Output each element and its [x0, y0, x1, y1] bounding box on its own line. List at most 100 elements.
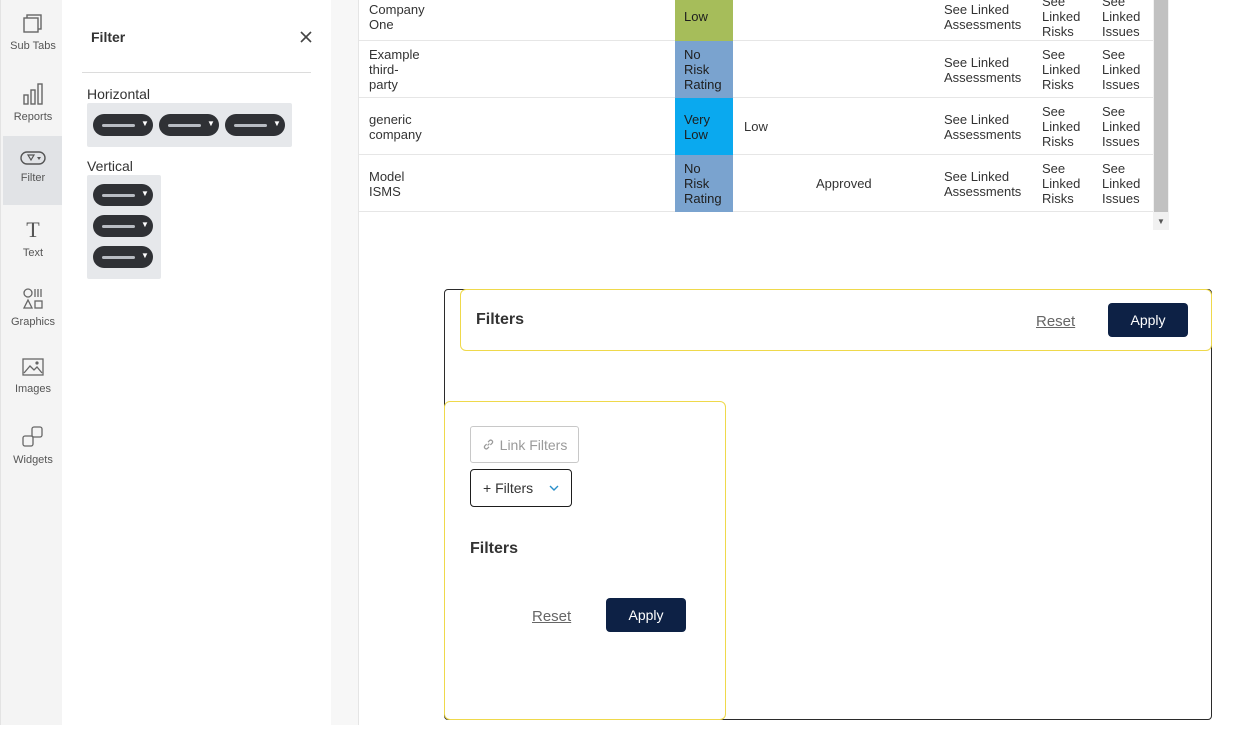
rail-item-sub-tabs[interactable]: Sub Tabs: [3, 0, 63, 69]
horizontal-label: Horizontal: [87, 86, 151, 102]
table-scrollbar[interactable]: ▼: [1153, 0, 1169, 230]
linked-issues-link-line: Issues: [1102, 77, 1140, 92]
panel-title: Filter: [91, 29, 126, 45]
vertical-reset-link[interactable]: Reset: [532, 608, 571, 625]
linked-issues-link[interactable]: See Linked Issues: [1102, 0, 1140, 39]
table-row: Example third-party No Risk Rating See Linked…: [359, 41, 1154, 98]
linked-issues-link[interactable]: See Linked Issues: [1102, 161, 1140, 206]
linked-risks-link-line: See: [1042, 104, 1066, 119]
linked-issues-link-line: Linked: [1102, 9, 1141, 24]
vertical-filter-widget[interactable]: ▼ ▼ ▼: [87, 175, 161, 279]
horizontal-filter-widget[interactable]: ▼ ▼ ▼: [87, 103, 292, 147]
horizontal-filter-bar[interactable]: [460, 289, 1212, 351]
panel-separator: [331, 0, 359, 725]
caret-down-icon: ▼: [141, 251, 149, 260]
company-name-cell-line: third-: [369, 62, 399, 77]
company-name-cell-line: ISMS: [369, 184, 401, 199]
dropdown-pill: ▼: [93, 114, 153, 136]
linked-risks-link-line: Linked: [1042, 62, 1081, 77]
linked-risks-link-line: Risks: [1042, 134, 1074, 149]
rail-item-widgets[interactable]: Widgets: [3, 412, 63, 481]
risk-rating-line: Low: [684, 126, 708, 142]
linked-risks-link[interactable]: See Linked Risks: [1042, 0, 1080, 39]
linked-issues-link-line: Issues: [1102, 191, 1140, 206]
link-filters-button[interactable]: Link Filters: [470, 426, 579, 463]
linked-assessments-link-line: Assessments: [944, 70, 1022, 85]
rail-label: Images: [14, 383, 52, 395]
linked-issues-link-line: Issues: [1102, 24, 1140, 39]
image-icon: [22, 358, 44, 376]
risk-rating-badge: No Risk Rating: [675, 41, 733, 98]
company-name-cell-line: Example: [369, 47, 420, 62]
caret-down-icon: ▼: [141, 220, 149, 229]
linked-assessments-link[interactable]: See Linked Assessments: [944, 55, 1021, 85]
sub-tabs-icon: [23, 14, 42, 33]
rail-label: Graphics: [10, 316, 56, 328]
scroll-thumb[interactable]: [1154, 0, 1168, 212]
table-row: Model ISMS No Risk Rating Approved See Linked A…: [359, 155, 1154, 212]
tool-rail: Sub Tabs Reports Filter T Text Graphics …: [0, 0, 63, 725]
horizontal-apply-button[interactable]: Apply: [1108, 303, 1188, 337]
chevron-down-icon: [549, 485, 559, 491]
linked-risks-link[interactable]: See Linked Risks: [1042, 47, 1080, 92]
table-row: generic company Very Low Low See Linked Assess…: [359, 98, 1154, 155]
risk-rating-line: Risk: [684, 176, 710, 191]
linked-assessments-link-line: Assessments: [944, 127, 1022, 142]
risk-rating-line: No: [684, 47, 701, 62]
linked-risks-link[interactable]: See Linked Risks: [1042, 161, 1080, 206]
rail-label: Filter: [20, 172, 46, 184]
rail-item-images[interactable]: Images: [3, 343, 63, 412]
linked-risks-link-line: See: [1042, 161, 1066, 176]
dropdown-pill: ▼: [93, 246, 153, 268]
company-name-cell-line: party: [369, 77, 398, 92]
linked-assessments-link-line: Assessments: [944, 184, 1022, 199]
rail-label: Widgets: [13, 454, 53, 466]
widgets-icon: [22, 426, 43, 447]
rail-label: Reports: [13, 111, 53, 123]
close-icon[interactable]: [298, 29, 314, 45]
horizontal-reset-link[interactable]: Reset: [1036, 313, 1075, 330]
risk-rating-badge: Very Low: [675, 98, 733, 155]
linked-assessments-link[interactable]: See Linked Assessments: [944, 169, 1021, 199]
rail-label: Text: [22, 247, 44, 259]
vertical-filters-title: Filters: [470, 540, 519, 557]
linked-issues-link-line: See: [1102, 104, 1126, 119]
linked-risks-link-line: See: [1042, 0, 1066, 9]
linked-risks-link[interactable]: See Linked Risks: [1042, 104, 1080, 149]
company-name-cell: Model ISMS: [369, 169, 404, 199]
scroll-down-icon[interactable]: ▼: [1157, 217, 1165, 226]
linked-assessments-link[interactable]: See Linked Assessments: [944, 2, 1021, 32]
panel-divider: [82, 72, 311, 73]
linked-assessments-link-line: See Linked: [944, 55, 1010, 70]
rail-item-filter[interactable]: Filter: [3, 136, 63, 205]
company-name-cell: generic company: [369, 112, 422, 142]
text-icon: T: [26, 218, 40, 242]
rail-item-graphics[interactable]: Graphics: [3, 274, 63, 343]
caret-down-icon: ▼: [207, 119, 215, 128]
linked-issues-link-line: Issues: [1102, 134, 1140, 149]
dropdown-pill: ▼: [93, 184, 153, 206]
svg-text:T: T: [26, 218, 40, 242]
linked-assessments-link-line: See Linked: [944, 169, 1010, 184]
linked-issues-link-line: See: [1102, 0, 1126, 9]
linked-risks-link-line: Linked: [1042, 9, 1081, 24]
linked-assessments-link[interactable]: See Linked Assessments: [944, 112, 1021, 142]
rail-item-text[interactable]: T Text: [3, 205, 63, 274]
dropdown-pill: ▼: [225, 114, 285, 136]
risk-rating-line: Low: [684, 9, 708, 24]
linked-assessments-link-line: Assessments: [944, 17, 1022, 32]
company-name-cell-line: One: [369, 17, 394, 32]
vertical-label: Vertical: [87, 158, 133, 174]
table-row: Company One Low See Linked Assessments See Lin…: [359, 0, 1154, 41]
linked-issues-link-line: Linked: [1102, 119, 1141, 134]
linked-issues-link[interactable]: See Linked Issues: [1102, 104, 1140, 149]
rail-item-reports[interactable]: Reports: [3, 69, 63, 138]
linked-issues-link[interactable]: See Linked Issues: [1102, 47, 1140, 92]
company-name-cell-line: company: [369, 127, 422, 142]
linked-assessments-link-line: See Linked: [944, 112, 1010, 127]
vertical-apply-button[interactable]: Apply: [606, 598, 686, 632]
shapes-icon: [22, 288, 43, 309]
add-filters-button[interactable]: + Filters: [470, 469, 572, 507]
linked-issues-link-line: Linked: [1102, 176, 1141, 191]
company-name-cell-line: Model: [369, 169, 405, 184]
